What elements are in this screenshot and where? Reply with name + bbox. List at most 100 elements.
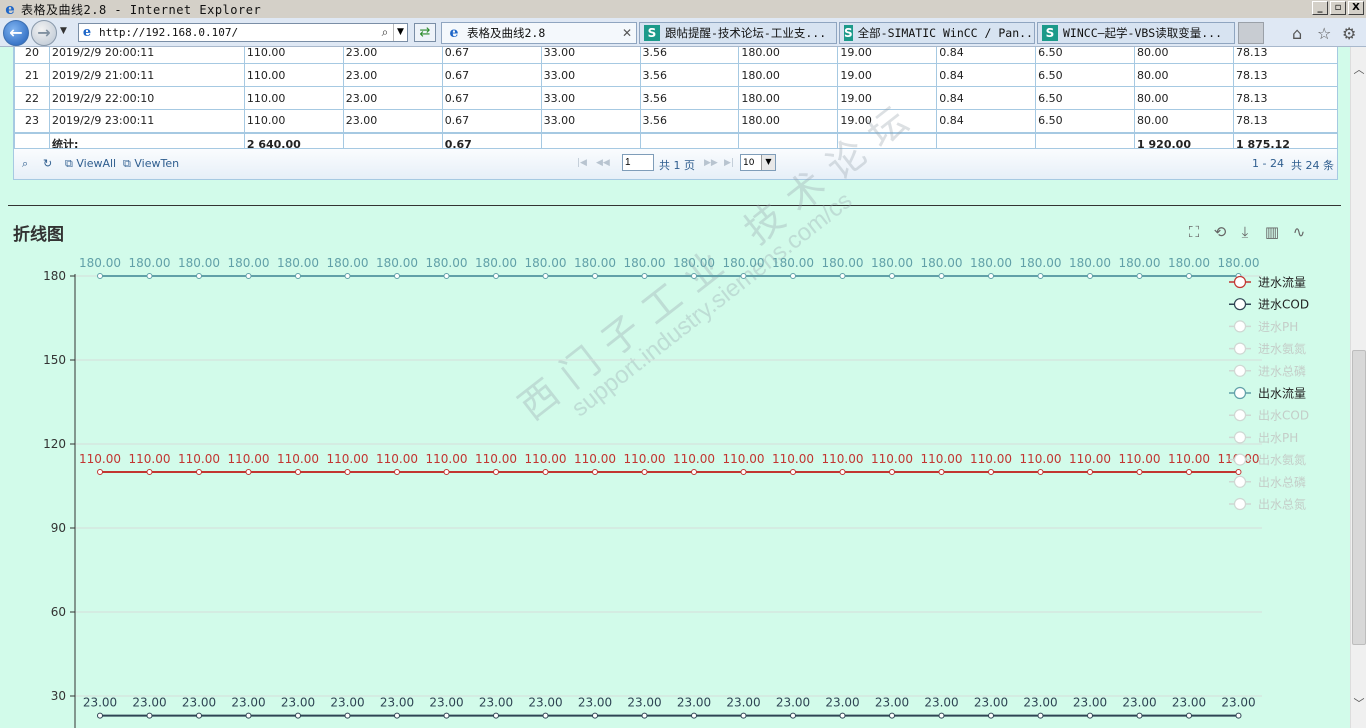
data-label: 23.00 (1073, 696, 1107, 710)
legend-marker (1233, 298, 1247, 311)
y-tick-label: 60 (51, 605, 66, 619)
data-point (542, 273, 549, 279)
data-label: 23.00 (1172, 696, 1206, 710)
data-label: 180.00 (228, 256, 270, 270)
browser-navbar: ← → ▼ e http://192.168.0.107/ ⌕ ▼ ⇄ e 表格… (0, 18, 1366, 47)
y-tick-label: 180 (43, 269, 66, 283)
history-dropdown-icon[interactable]: ▼ (60, 26, 67, 36)
data-label: 180.00 (475, 256, 517, 270)
data-label: 180.00 (673, 256, 715, 270)
data-label: 23.00 (528, 696, 562, 710)
tab-forum[interactable]: S 跟帖提醒-技术论坛-工业支... (639, 22, 837, 44)
new-tab-button[interactable] (1238, 22, 1264, 44)
data-label: 23.00 (974, 696, 1008, 710)
legend-marker (1233, 320, 1247, 333)
data-label: 180.00 (277, 256, 319, 270)
data-point (1136, 712, 1143, 719)
data-point (344, 273, 351, 279)
data-label: 23.00 (924, 696, 958, 710)
data-label: 23.00 (83, 696, 117, 710)
data-point (1235, 469, 1242, 475)
tab-vbs[interactable]: S WINCC—起学-VBS读取变量... (1037, 22, 1235, 44)
legend-marker (1233, 409, 1247, 422)
restore-button[interactable]: ▫ (1330, 1, 1346, 15)
forward-button[interactable]: → (31, 20, 57, 46)
legend-marker (1233, 342, 1247, 355)
data-point (889, 469, 895, 475)
data-label: 110.00 (723, 452, 765, 466)
data-point (938, 712, 945, 719)
data-point (691, 273, 697, 279)
page-ie-icon: e (82, 25, 92, 40)
data-label: 180.00 (525, 256, 567, 270)
data-point (1235, 712, 1242, 719)
data-label: 180.00 (970, 256, 1012, 270)
data-label: 180.00 (921, 256, 963, 270)
data-point (295, 712, 301, 719)
close-button[interactable]: X (1348, 1, 1364, 15)
data-label: 23.00 (281, 696, 315, 710)
legend-item: 进水COD (1258, 298, 1309, 312)
data-point (493, 469, 499, 475)
address-dropdown-icon[interactable]: ▼ (393, 24, 407, 41)
data-point (493, 273, 499, 279)
data-label: 180.00 (1020, 256, 1062, 270)
data-point (1186, 469, 1192, 475)
home-icon[interactable]: ⌂ (1292, 24, 1302, 43)
scrollbar-thumb[interactable] (1352, 350, 1366, 645)
data-label: 110.00 (327, 452, 369, 466)
page-content: 20 2019/2/9 20:00:11 110.00 23.00 0.67 33.00 3… (0, 47, 1350, 728)
tab-active[interactable]: e 表格及曲线2.8 ✕ (441, 22, 637, 44)
vertical-scrollbar[interactable]: ︿ ﹀ (1350, 47, 1366, 728)
data-label: 180.00 (871, 256, 913, 270)
legend-item: 进水总磷 (1258, 363, 1306, 378)
data-point (1136, 469, 1143, 475)
data-point (1087, 469, 1093, 475)
data-label: 23.00 (726, 696, 760, 710)
search-icon[interactable]: ⌕ (377, 25, 393, 40)
legend-marker (1233, 497, 1247, 511)
data-point (592, 469, 598, 475)
data-point (97, 712, 103, 719)
data-label: 110.00 (79, 452, 121, 466)
data-point (641, 712, 648, 719)
data-label: 110.00 (970, 452, 1012, 466)
y-tick-label: 120 (43, 437, 66, 451)
data-point (790, 273, 796, 279)
settings-gear-icon[interactable]: ⚙ (1342, 24, 1356, 43)
refresh-icon[interactable]: ⇄ (414, 23, 436, 42)
data-label: 180.00 (327, 256, 369, 270)
data-point (542, 712, 549, 719)
address-bar[interactable]: e http://192.168.0.107/ ⌕ ▼ (78, 23, 408, 42)
legend-item: 进水PH (1258, 320, 1298, 334)
data-label: 23.00 (825, 696, 859, 710)
data-label: 110.00 (376, 452, 418, 466)
legend-marker (1233, 453, 1247, 466)
siemens-icon: S (644, 25, 660, 41)
scroll-down-icon[interactable]: ﹀ (1351, 695, 1366, 711)
data-label: 180.00 (723, 256, 765, 270)
data-point (1186, 712, 1192, 719)
scroll-up-icon[interactable]: ︿ (1351, 61, 1366, 77)
data-point (592, 712, 598, 719)
minimize-button[interactable]: _ (1312, 1, 1328, 15)
data-label: 23.00 (1122, 696, 1156, 710)
data-point (988, 469, 994, 475)
data-point (592, 273, 598, 279)
back-button[interactable]: ← (3, 20, 29, 46)
data-label: 23.00 (132, 696, 166, 710)
data-point (443, 469, 450, 475)
data-label: 110.00 (228, 452, 270, 466)
data-label: 23.00 (1221, 696, 1255, 710)
data-point (988, 273, 994, 279)
data-label: 110.00 (624, 452, 666, 466)
data-point (790, 712, 796, 719)
address-url[interactable]: http://192.168.0.107/ (99, 26, 377, 39)
favorites-icon[interactable]: ☆ (1317, 24, 1331, 43)
data-label: 110.00 (277, 452, 319, 466)
tab-close-icon[interactable]: ✕ (622, 26, 632, 40)
tab-wincc[interactable]: S 全部-SIMATIC WinCC / Pan... (839, 22, 1035, 44)
siemens-icon: S (1042, 25, 1058, 41)
data-point (691, 469, 697, 475)
data-label: 110.00 (475, 452, 517, 466)
